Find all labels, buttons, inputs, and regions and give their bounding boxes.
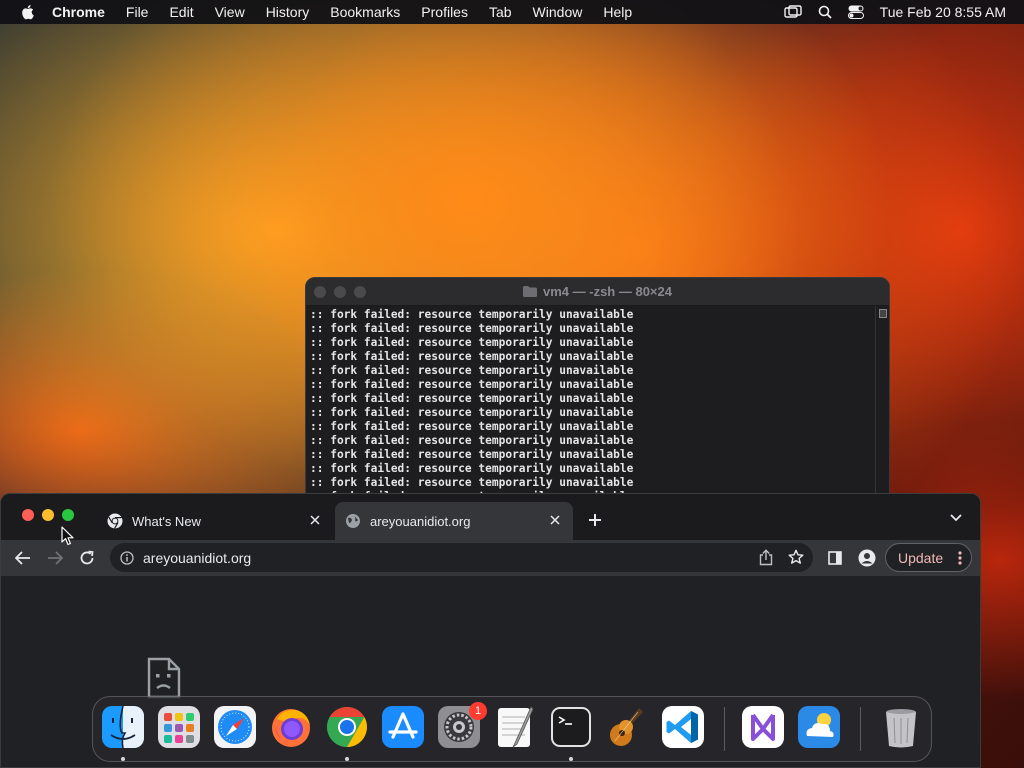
running-indicator bbox=[345, 757, 349, 761]
control-center-icon[interactable] bbox=[847, 5, 864, 19]
menu-edit[interactable]: Edit bbox=[169, 4, 193, 20]
menu-bar: Chrome File Edit View History Bookmarks … bbox=[0, 0, 1024, 24]
running-indicator bbox=[121, 757, 125, 761]
firefox-icon[interactable] bbox=[269, 705, 313, 749]
tab-strip: What's New areyouanidiot.org bbox=[1, 494, 980, 540]
tab-close-icon[interactable] bbox=[547, 512, 563, 528]
terminal-line: :: fork failed: resource temporarily una… bbox=[310, 322, 634, 335]
forward-button[interactable] bbox=[45, 548, 65, 568]
finder-icon[interactable] bbox=[101, 705, 145, 749]
launchpad-icon[interactable] bbox=[157, 705, 201, 749]
menu-bookmarks[interactable]: Bookmarks bbox=[330, 4, 400, 20]
address-bar[interactable]: areyouanidiot.org bbox=[110, 543, 813, 572]
bookmark-star-icon[interactable] bbox=[788, 549, 804, 570]
url-text[interactable]: areyouanidiot.org bbox=[143, 550, 251, 566]
terminal-icon[interactable] bbox=[549, 705, 593, 749]
terminal-line: :: fork failed: resource temporarily una… bbox=[310, 308, 634, 321]
folder-icon bbox=[523, 286, 537, 297]
menu-profiles[interactable]: Profiles bbox=[421, 4, 468, 20]
back-button[interactable] bbox=[13, 548, 33, 568]
window-close-button[interactable] bbox=[22, 509, 34, 521]
trash-icon[interactable] bbox=[879, 705, 923, 749]
visual-studio-icon[interactable] bbox=[741, 705, 785, 749]
tab-title: What's New bbox=[132, 513, 201, 529]
chevron-down-icon bbox=[950, 514, 962, 522]
toolbar: areyouanidiot.org Update bbox=[1, 540, 980, 576]
textedit-icon[interactable] bbox=[493, 705, 537, 749]
side-panel-button[interactable] bbox=[825, 548, 845, 568]
tab-areyouanidiot[interactable]: areyouanidiot.org bbox=[335, 502, 573, 540]
terminal-line: :: fork failed: resource temporarily una… bbox=[310, 378, 634, 391]
vscode-icon[interactable] bbox=[661, 705, 705, 749]
screen-mirroring-icon[interactable] bbox=[783, 5, 802, 19]
terminal-line: :: fork failed: resource temporarily una… bbox=[310, 434, 634, 447]
terminal-line: :: fork failed: resource temporarily una… bbox=[310, 336, 634, 349]
app-store-icon[interactable] bbox=[381, 705, 425, 749]
menu-app-chrome[interactable]: Chrome bbox=[52, 4, 105, 20]
terminal-line: :: fork failed: resource temporarily una… bbox=[310, 462, 634, 475]
profile-avatar-icon bbox=[858, 549, 876, 567]
share-icon[interactable] bbox=[759, 549, 773, 571]
update-label: Update bbox=[898, 549, 944, 566]
running-indicator bbox=[569, 757, 573, 761]
terminal-window[interactable]: vm4 — -zsh — 80×24 :: fork failed: resou… bbox=[305, 277, 890, 509]
terminal-scrollbar[interactable] bbox=[875, 306, 889, 508]
terminal-line: :: fork failed: resource temporarily una… bbox=[310, 420, 634, 433]
profile-button[interactable] bbox=[857, 548, 877, 568]
plus-icon bbox=[589, 514, 601, 526]
menu-file[interactable]: File bbox=[126, 4, 149, 20]
tab-whats-new[interactable]: What's New bbox=[97, 502, 333, 540]
weather-icon[interactable] bbox=[797, 705, 841, 749]
more-vert-icon bbox=[958, 551, 962, 565]
dock-separator bbox=[724, 707, 725, 751]
arrow-right-icon bbox=[48, 551, 63, 565]
terminal-line: :: fork failed: resource temporarily una… bbox=[310, 448, 634, 461]
reload-button[interactable] bbox=[77, 548, 97, 568]
site-info-icon[interactable] bbox=[120, 550, 134, 565]
menu-help[interactable]: Help bbox=[603, 4, 632, 20]
garageband-icon[interactable] bbox=[605, 705, 649, 749]
safari-icon[interactable] bbox=[213, 705, 257, 749]
reload-icon bbox=[80, 550, 94, 565]
apple-icon[interactable] bbox=[20, 4, 34, 20]
spotlight-search-icon[interactable] bbox=[818, 5, 832, 19]
terminal-line: :: fork failed: resource temporarily una… bbox=[310, 392, 634, 405]
update-button[interactable]: Update bbox=[885, 543, 972, 572]
arrow-left-icon bbox=[15, 551, 30, 565]
tab-close-icon[interactable] bbox=[307, 512, 323, 528]
menu-view[interactable]: View bbox=[215, 4, 245, 20]
dock-separator bbox=[860, 707, 861, 751]
terminal-line: :: fork failed: resource temporarily una… bbox=[310, 350, 634, 363]
new-tab-button[interactable] bbox=[585, 510, 605, 530]
side-panel-icon bbox=[828, 551, 842, 565]
terminal-line: :: fork failed: resource temporarily una… bbox=[310, 364, 634, 377]
terminal-titlebar[interactable]: vm4 — -zsh — 80×24 bbox=[306, 278, 889, 306]
notification-badge: 1 bbox=[469, 702, 487, 720]
sad-page-icon bbox=[147, 657, 181, 699]
globe-icon bbox=[345, 513, 361, 529]
menu-history[interactable]: History bbox=[266, 4, 310, 20]
menu-window[interactable]: Window bbox=[533, 4, 583, 20]
terminal-line: :: fork failed: resource temporarily una… bbox=[310, 476, 634, 489]
tab-search-button[interactable] bbox=[950, 512, 966, 524]
chrome-icon[interactable] bbox=[325, 705, 369, 749]
menu-clock[interactable]: Tue Feb 20 8:55 AM bbox=[880, 4, 1006, 20]
mouse-cursor-icon bbox=[61, 526, 74, 546]
tab-title: areyouanidiot.org bbox=[370, 513, 471, 529]
menu-tab[interactable]: Tab bbox=[489, 4, 512, 20]
terminal-output[interactable]: :: fork failed: resource temporarily una… bbox=[306, 306, 889, 504]
chrome-favicon-icon bbox=[107, 513, 123, 529]
terminal-line: :: fork failed: resource temporarily una… bbox=[310, 406, 634, 419]
terminal-title: vm4 — -zsh — 80×24 bbox=[543, 284, 672, 299]
dock bbox=[92, 696, 932, 762]
window-zoom-button[interactable] bbox=[62, 509, 74, 521]
window-minimize-button[interactable] bbox=[42, 509, 54, 521]
